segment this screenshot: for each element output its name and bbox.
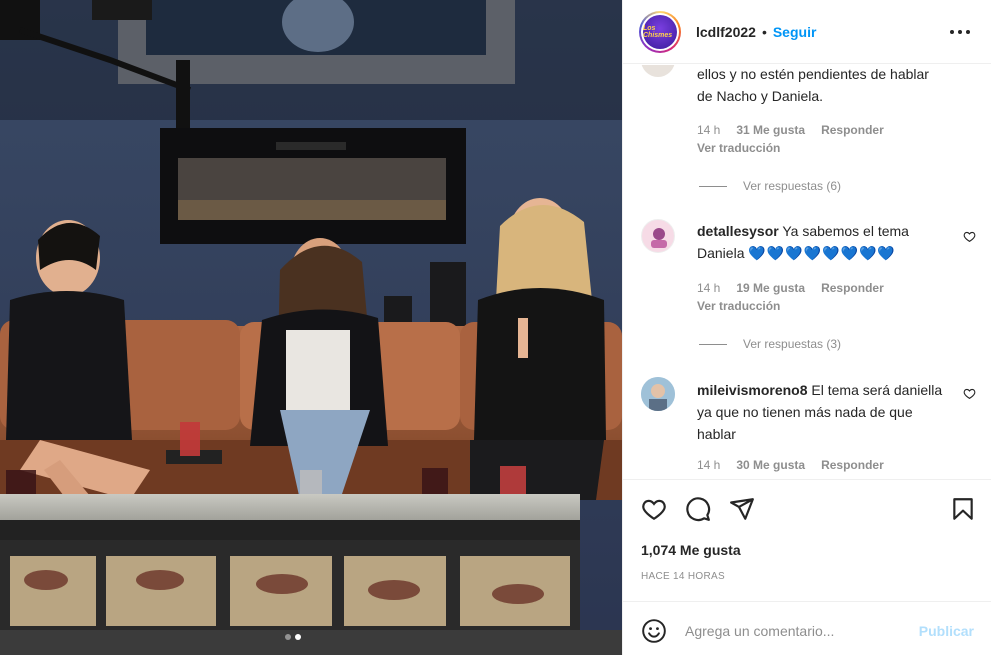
commenter-avatar[interactable] (641, 65, 675, 77)
comment-time[interactable]: 14 h (697, 281, 720, 295)
comment-meta: 14 h 30 Me gusta Responder (697, 458, 884, 472)
view-replies-button[interactable]: Ver respuestas (6) (699, 179, 841, 193)
reply-button[interactable]: Responder (821, 458, 884, 472)
comment-likes[interactable]: 31 Me gusta (736, 123, 805, 137)
view-replies-button[interactable]: Ver respuestas (3) (699, 337, 841, 351)
avatar-logo-text: Los Chismes (643, 24, 673, 39)
reply-button[interactable]: Responder (821, 123, 884, 137)
comment-text: mileivismoreno8 El tema será daniella ya… (697, 379, 947, 445)
post-timestamp[interactable]: HACE 14 HORAS (641, 571, 725, 582)
avatar-illustration (651, 228, 667, 248)
like-comment-heart-icon[interactable] (963, 387, 976, 400)
comment-time[interactable]: 14 h (697, 123, 720, 137)
comment-username[interactable]: detallesysor (697, 223, 779, 239)
see-translation-link[interactable]: Ver traducción (697, 141, 780, 155)
comment-meta: 14 h 19 Me gusta Responder (697, 281, 884, 295)
carousel-dot[interactable] (285, 634, 291, 640)
like-comment-heart-icon[interactable] (963, 230, 976, 243)
comments-list[interactable]: ellos y no estén pendientes de hablar de… (623, 65, 991, 479)
post-header: Los Chismes lcdlf2022 • Seguir (623, 0, 991, 64)
post-image[interactable] (0, 0, 622, 655)
replies-line (699, 343, 727, 345)
emoji-icon[interactable] (641, 618, 667, 644)
commenter-avatar[interactable] (641, 219, 675, 253)
comment-bubble-icon[interactable] (685, 496, 711, 522)
reply-button[interactable]: Responder (821, 281, 884, 295)
avatar-photo (641, 377, 675, 411)
commenter-avatar[interactable] (641, 377, 675, 411)
comment-likes[interactable]: 19 Me gusta (736, 281, 805, 295)
carousel-dot-active[interactable] (295, 634, 301, 640)
view-replies-label: Ver respuestas (6) (743, 179, 842, 193)
see-translation-link[interactable]: Ver traducción (697, 299, 780, 313)
blue-hearts: 💙💙💙💙💙💙💙💙 (748, 245, 896, 261)
save-bookmark-icon[interactable] (950, 496, 976, 522)
comment-likes[interactable]: 30 Me gusta (736, 458, 805, 472)
tv-set-photo (0, 0, 622, 655)
comment-meta: 14 h 31 Me gusta Responder (697, 123, 884, 137)
comment-time[interactable]: 14 h (697, 458, 720, 472)
comment-text: ellos y no estén pendientes de hablar de… (697, 66, 929, 104)
post-side-panel: Los Chismes lcdlf2022 • Seguir ellos y n… (622, 0, 991, 655)
header-separator: • (761, 23, 767, 40)
comment-text: detallesysor Ya sabemos el tema Daniela … (697, 220, 947, 264)
view-replies-label: Ver respuestas (3) (743, 337, 842, 351)
post-likes-count[interactable]: 1,074 Me gusta (641, 542, 741, 558)
publish-button[interactable]: Publicar (919, 623, 974, 639)
author-avatar[interactable]: Los Chismes (639, 10, 681, 53)
follow-button[interactable]: Seguir (773, 24, 817, 40)
share-paper-plane-icon[interactable] (729, 496, 755, 522)
post-actions: 1,074 Me gusta HACE 14 HORAS (623, 479, 991, 601)
replies-line (699, 185, 727, 187)
comment-composer: Publicar (623, 601, 991, 655)
author-username[interactable]: lcdlf2022 (696, 24, 756, 40)
comment-username[interactable]: mileivismoreno8 (697, 382, 808, 398)
comment-input[interactable] (685, 616, 905, 646)
more-options-icon[interactable] (950, 22, 970, 42)
like-heart-icon[interactable] (641, 496, 667, 522)
carousel-indicator (285, 634, 301, 640)
